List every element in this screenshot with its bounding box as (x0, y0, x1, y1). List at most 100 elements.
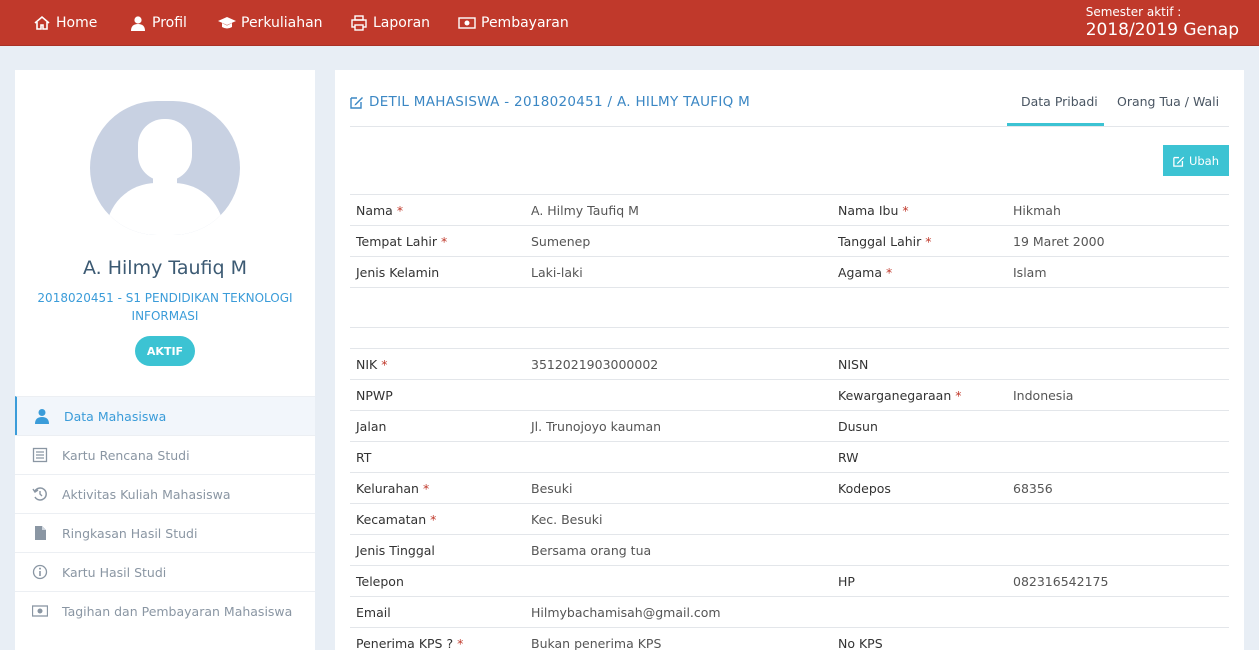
field-value: Hikmah (1013, 203, 1061, 218)
field-label: Telepon (356, 574, 404, 589)
field-label-text: NISN (838, 357, 869, 372)
required-mark: * (422, 481, 430, 496)
sidebar-item-data-mahasiswa[interactable]: Data Mahasiswa (15, 396, 315, 435)
history-icon (32, 487, 47, 501)
table-row: Jenis Kelamin Laki-laki Agama * Islam (350, 256, 1229, 287)
table-row: Email Hilmybachamisah@gmail.com (350, 596, 1229, 627)
active-semester: Semester aktif : 2018/2019 Genap (1086, 5, 1239, 40)
field-value-text: Besuki (531, 481, 573, 496)
field-label: Jenis Kelamin (356, 265, 439, 280)
field-label: Jalan (356, 419, 386, 434)
field-value: Hilmybachamisah@gmail.com (531, 605, 721, 620)
profile-panel: A. Hilmy Taufiq M 2018020451 - S1 PENDID… (15, 70, 315, 650)
field-label: Nama Ibu * (838, 203, 909, 218)
field-value: 68356 (1013, 481, 1053, 496)
field-label: Kecamatan * (356, 512, 436, 527)
field-label-text: Nama (356, 203, 393, 218)
sidebar-item-khs[interactable]: Kartu Hasil Studi (15, 552, 315, 591)
field-label-text: Telepon (356, 574, 404, 589)
field-label-text: RT (356, 450, 372, 465)
tab-data-pribadi[interactable]: Data Pribadi (1021, 94, 1098, 109)
sidebar-item-label: Aktivitas Kuliah Mahasiswa (62, 486, 231, 502)
field-value: A. Hilmy Taufiq M (531, 203, 639, 218)
field-label-text: Kecamatan (356, 512, 427, 527)
required-mark: * (430, 512, 437, 527)
nav-perkuliahan[interactable]: Perkuliahan (218, 0, 323, 46)
field-label-text: HP (838, 574, 855, 589)
nav-home[interactable]: Home (33, 0, 97, 46)
field-label-text: Email (356, 605, 391, 620)
sidebar-item-ringkasan[interactable]: Ringkasan Hasil Studi (15, 513, 315, 552)
field-value-text: Sumenep (531, 234, 591, 249)
avatar (90, 101, 240, 235)
avatar-body-shape (106, 183, 224, 235)
field-label-text: Tempat Lahir (356, 234, 438, 249)
field-value-text: Laki-laki (531, 265, 583, 280)
field-label-text: Tanggal Lahir (838, 234, 922, 249)
field-label: Tanggal Lahir * (838, 234, 932, 249)
field-value-text: Jl. Trunojoyo kauman (531, 419, 662, 434)
nav-laporan-label: Laporan (373, 15, 431, 31)
field-label: NISN (838, 357, 868, 372)
info-icon (32, 564, 48, 580)
list-icon (32, 447, 48, 463)
field-value-text: Bersama orang tua (531, 543, 652, 558)
nav-home-label: Home (56, 15, 98, 31)
status-badge: AKTIF (135, 336, 195, 366)
field-label: HP (838, 574, 855, 589)
profile-program: 2018020451 - S1 PENDIDIKAN TEKNOLOGI INF… (37, 291, 293, 323)
nav-perkuliahan-label: Perkuliahan (241, 15, 323, 31)
section-divider (350, 327, 1229, 328)
field-label-text: Penerima KPS ? (356, 636, 454, 650)
sidebar-item-aktivitas[interactable]: Aktivitas Kuliah Mahasiswa (15, 474, 315, 513)
sidebar-item-tagihan[interactable]: Tagihan dan Pembayaran Mahasiswa (15, 591, 315, 630)
edit-icon (1173, 156, 1185, 167)
field-label-text: Dusun (838, 419, 878, 434)
field-value: Islam (1013, 265, 1047, 280)
user-icon (131, 16, 145, 31)
table-row: NIK * 3512021903000002 NISN (350, 348, 1229, 379)
page-title: DETIL MAHASISWA - 2018020451 / A. HILMY … (350, 94, 750, 110)
field-value: 3512021903000002 (531, 357, 658, 372)
table-row: RT RW (350, 441, 1229, 472)
sidebar-item-label: Kartu Hasil Studi (62, 564, 167, 580)
field-value: Jl. Trunojoyo kauman (531, 419, 661, 434)
nav-laporan[interactable]: Laporan (350, 0, 430, 46)
nav-profil[interactable]: Profil (129, 0, 187, 46)
sidebar-item-krs[interactable]: Kartu Rencana Studi (15, 435, 315, 474)
field-label: No KPS (838, 636, 883, 650)
field-value-text: 3512021903000002 (531, 357, 659, 372)
field-value: 19 Maret 2000 (1013, 234, 1105, 249)
table-row: Jalan Jl. Trunojoyo kauman Dusun (350, 410, 1229, 441)
field-label-text: NIK (356, 357, 378, 372)
semester-label: Semester aktif : (1085, 5, 1182, 19)
table-row: Telepon HP 082316542175 (350, 565, 1229, 596)
sidebar-item-label: Data Mahasiswa (64, 408, 167, 424)
field-label-text: No KPS (838, 636, 883, 650)
field-label: Jenis Tinggal (356, 543, 435, 558)
tab-orang-tua-wali[interactable]: Orang Tua / Wali (1117, 94, 1219, 109)
required-mark: * (885, 265, 893, 280)
field-label-text: Jenis Kelamin (356, 265, 440, 280)
required-mark: * (396, 203, 404, 218)
field-value: Indonesia (1013, 388, 1073, 403)
field-label: Kelurahan * (356, 481, 429, 496)
edit-button[interactable]: Ubah (1163, 145, 1229, 176)
page-title-text: DETIL MAHASISWA - 2018020451 / A. HILMY … (369, 94, 751, 110)
required-mark: * (925, 234, 932, 249)
field-label-text: Jalan (356, 419, 387, 434)
table-row: Penerima KPS ? * Bukan penerima KPS No KPS (350, 627, 1229, 650)
field-label: NIK * (356, 357, 387, 372)
detail-panel: DETIL MAHASISWA - 2018020451 / A. HILMY … (335, 70, 1244, 650)
field-value-text: Islam (1013, 265, 1047, 280)
money-icon (32, 605, 48, 617)
table-row: Kecamatan * Kec. Besuki (350, 503, 1229, 534)
field-label: Dusun (838, 419, 878, 434)
field-value: 082316542175 (1013, 574, 1108, 589)
field-label: RT (356, 450, 371, 465)
field-label-text: Kewarganegaraan (838, 388, 952, 403)
sidebar-item-label: Kartu Rencana Studi (62, 447, 190, 463)
table-row: Nama * A. Hilmy Taufiq M Nama Ibu * Hikmah (350, 194, 1229, 225)
table-row: Jenis Tinggal Bersama orang tua (350, 534, 1229, 565)
nav-pembayaran[interactable]: Pembayaran (458, 0, 569, 46)
